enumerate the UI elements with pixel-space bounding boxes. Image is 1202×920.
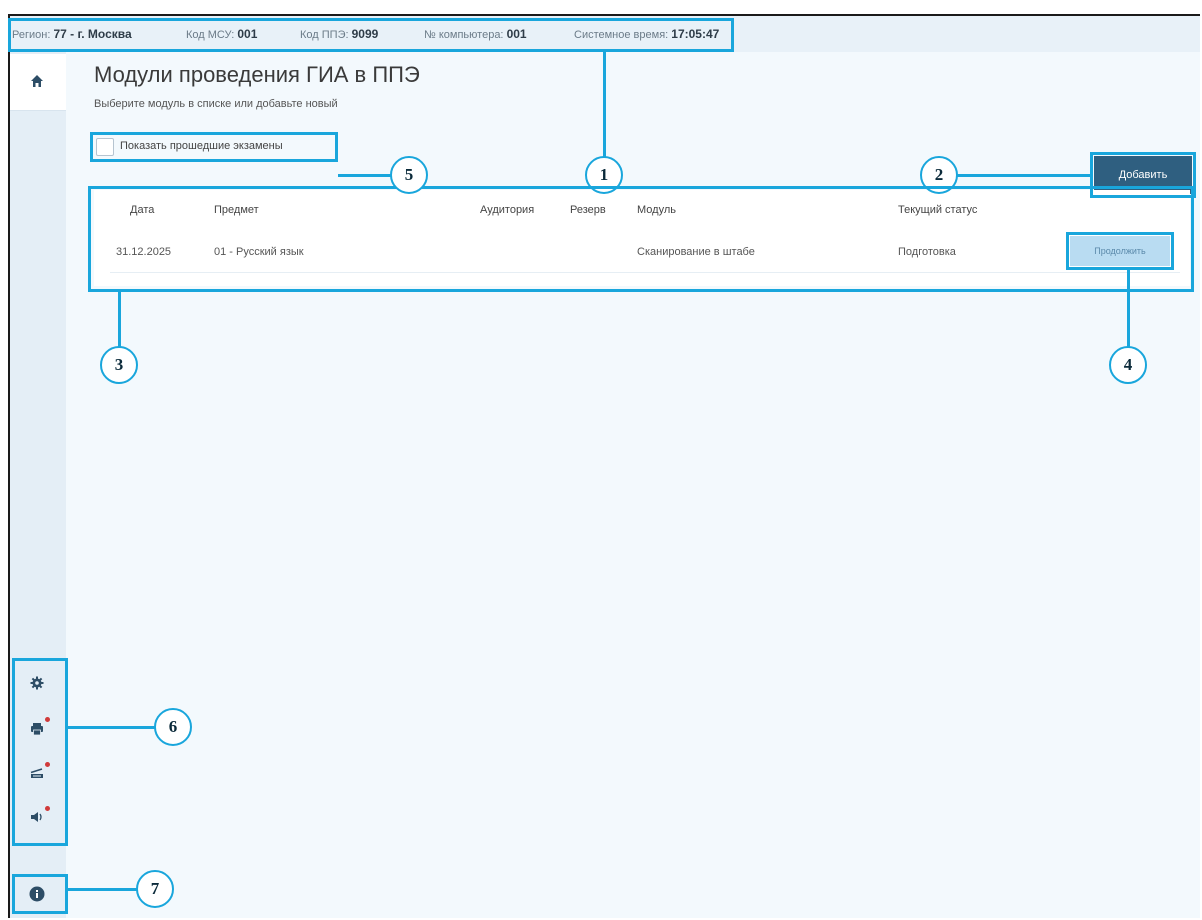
callout-7-box [12,874,68,914]
callout-4-circle: 4 [1109,346,1147,384]
callout-7-line [68,888,138,891]
home-icon [31,75,43,87]
callout-2-line [956,174,1090,177]
page-subtitle: Выберите модуль в списке или добавьте но… [94,98,338,110]
callout-6-circle: 6 [154,708,192,746]
callout-1-line [603,52,606,158]
callout-1-box [8,18,734,52]
callout-6-box [12,658,68,846]
callout-4-line [1127,270,1130,348]
callout-4-box [1066,232,1174,270]
page-title: Модули проведения ГИА в ППЭ [94,62,420,87]
callout-5-box [90,132,338,162]
callout-3-box [88,186,1194,292]
callout-7-circle: 7 [136,870,174,908]
callout-5-line [338,174,392,177]
callout-3-circle: 3 [100,346,138,384]
callout-6-line [68,726,156,729]
sidebar-home-button[interactable] [10,54,66,111]
callout-3-line [118,292,121,348]
callout-5-circle: 5 [390,156,428,194]
